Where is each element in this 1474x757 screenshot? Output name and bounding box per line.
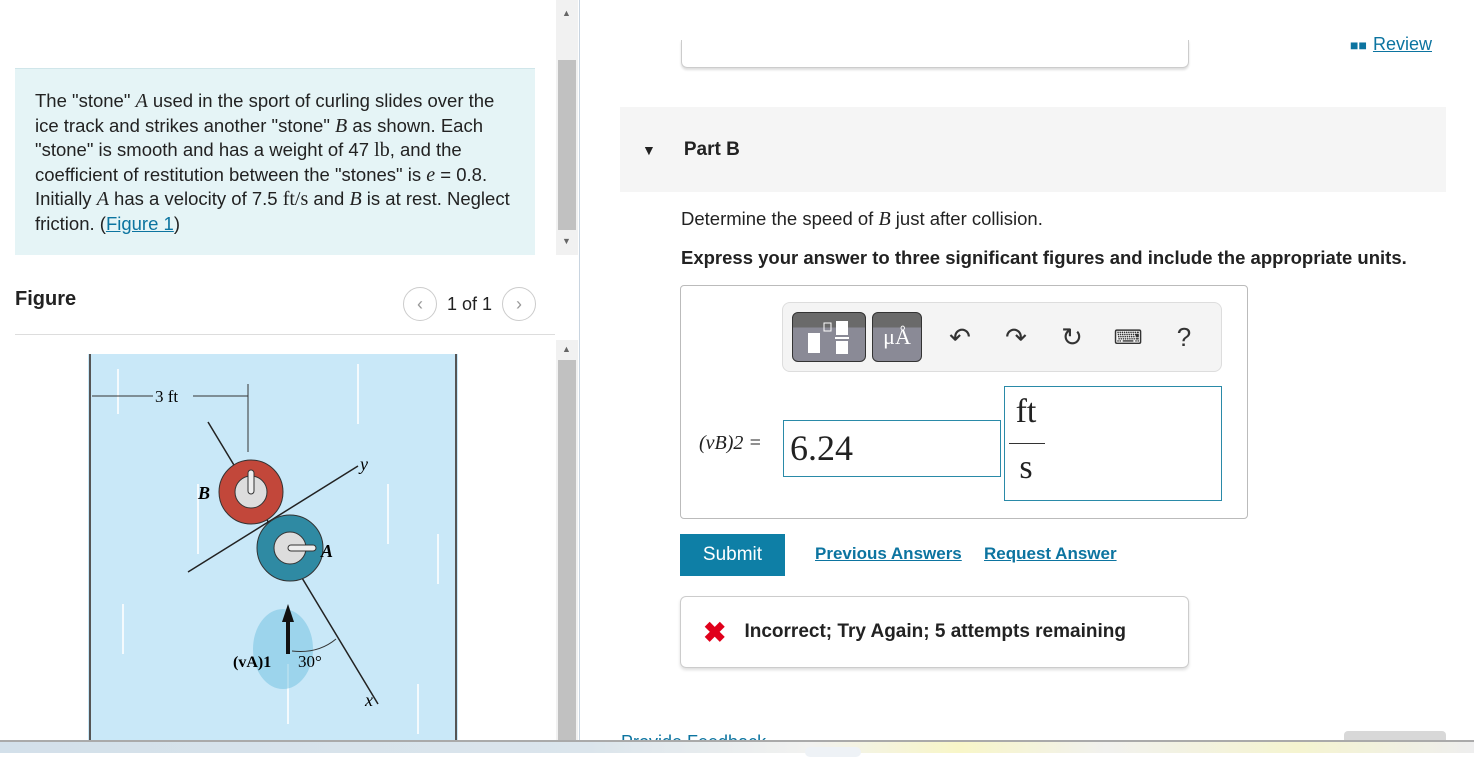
review-link[interactable]: ■■ Review [1350, 34, 1432, 55]
math-toolbar: μÅ ↶ ↷ ↻ ⌨ ? [782, 302, 1222, 372]
variable-label: (vB)2 = [699, 432, 762, 454]
problem-scrollbar[interactable]: ▲ ▼ [556, 0, 578, 255]
scroll-thumb[interactable] [558, 360, 576, 740]
part-label: Part B [683, 138, 740, 160]
value-input[interactable]: 6.24 [783, 420, 1001, 477]
taskbar [0, 740, 1474, 757]
dimension-label: 3 ft [155, 387, 178, 406]
unit-numerator[interactable]: ft [1007, 393, 1045, 431]
scroll-up-icon[interactable]: ▲ [562, 8, 571, 18]
question-text: Determine the speed of B just after coll… [681, 208, 1043, 230]
keyboard-icon[interactable]: ⌨ [1100, 325, 1156, 350]
book-icon: ■■ [1350, 36, 1367, 53]
problem-statement: The "stone" A used in the sport of curli… [15, 68, 535, 255]
review-text[interactable]: Review [1373, 34, 1432, 55]
x-axis-label: x [364, 690, 373, 710]
error-x-icon: ✖ [703, 616, 727, 648]
stone-b-label: B [197, 483, 210, 503]
feedback-message: ✖ Incorrect; Try Again; 5 attempts remai… [680, 596, 1189, 668]
prev-figure-button[interactable]: ‹ [403, 287, 437, 321]
taskbar-item[interactable] [805, 747, 861, 757]
units-input[interactable]: ft s [1004, 386, 1222, 501]
answer-box: μÅ ↶ ↷ ↻ ⌨ ? (vB)2 = 6.24 ft s [680, 285, 1248, 519]
figure-pager: ‹ 1 of 1 › [403, 287, 537, 321]
undo-icon[interactable]: ↶ [932, 322, 988, 353]
collapse-triangle-icon[interactable]: ▼ [642, 142, 656, 158]
units-button[interactable]: μÅ [872, 312, 922, 362]
help-icon[interactable]: ? [1156, 322, 1212, 353]
request-answer-link[interactable]: Request Answer [984, 544, 1117, 564]
scroll-thumb[interactable] [558, 60, 576, 230]
fraction-bar [1009, 443, 1045, 444]
right-panel: ■■ Review ▼ Part B Determine the speed o… [581, 0, 1474, 752]
scroll-up-icon[interactable]: ▲ [562, 344, 571, 354]
angle-label: 30° [298, 652, 322, 671]
velocity-label: (vA)1 [233, 654, 271, 671]
scroll-down-icon[interactable]: ▼ [562, 236, 571, 246]
previous-part-box [681, 40, 1189, 68]
submit-button[interactable]: Submit [680, 534, 785, 576]
feedback-text: Incorrect; Try Again; 5 attempts remaini… [744, 621, 1126, 642]
redo-icon[interactable]: ↷ [988, 322, 1044, 353]
part-b-header[interactable]: ▼ Part B [620, 107, 1446, 192]
curling-figure: 3 ft B A y x (vA)1 30° [88, 354, 458, 740]
fraction-template-icon[interactable] [792, 312, 866, 362]
instructions: Express your answer to three significant… [681, 247, 1407, 268]
y-axis-label: y [358, 454, 368, 474]
figure-link[interactable]: Figure 1 [106, 213, 174, 234]
unit-denominator[interactable]: s [1007, 449, 1045, 487]
previous-answers-link[interactable]: Previous Answers [815, 544, 962, 564]
left-panel: ▲ ▼ The "stone" A used in the sport of c… [0, 0, 580, 740]
divider [15, 334, 555, 335]
figure-title: Figure [15, 288, 77, 310]
reset-icon[interactable]: ↻ [1044, 322, 1100, 353]
figure-scrollbar[interactable]: ▲ [556, 340, 578, 740]
next-figure-button[interactable]: › [502, 287, 537, 321]
stone-a-label: A [320, 541, 333, 561]
page-indicator: 1 of 1 [447, 293, 493, 314]
